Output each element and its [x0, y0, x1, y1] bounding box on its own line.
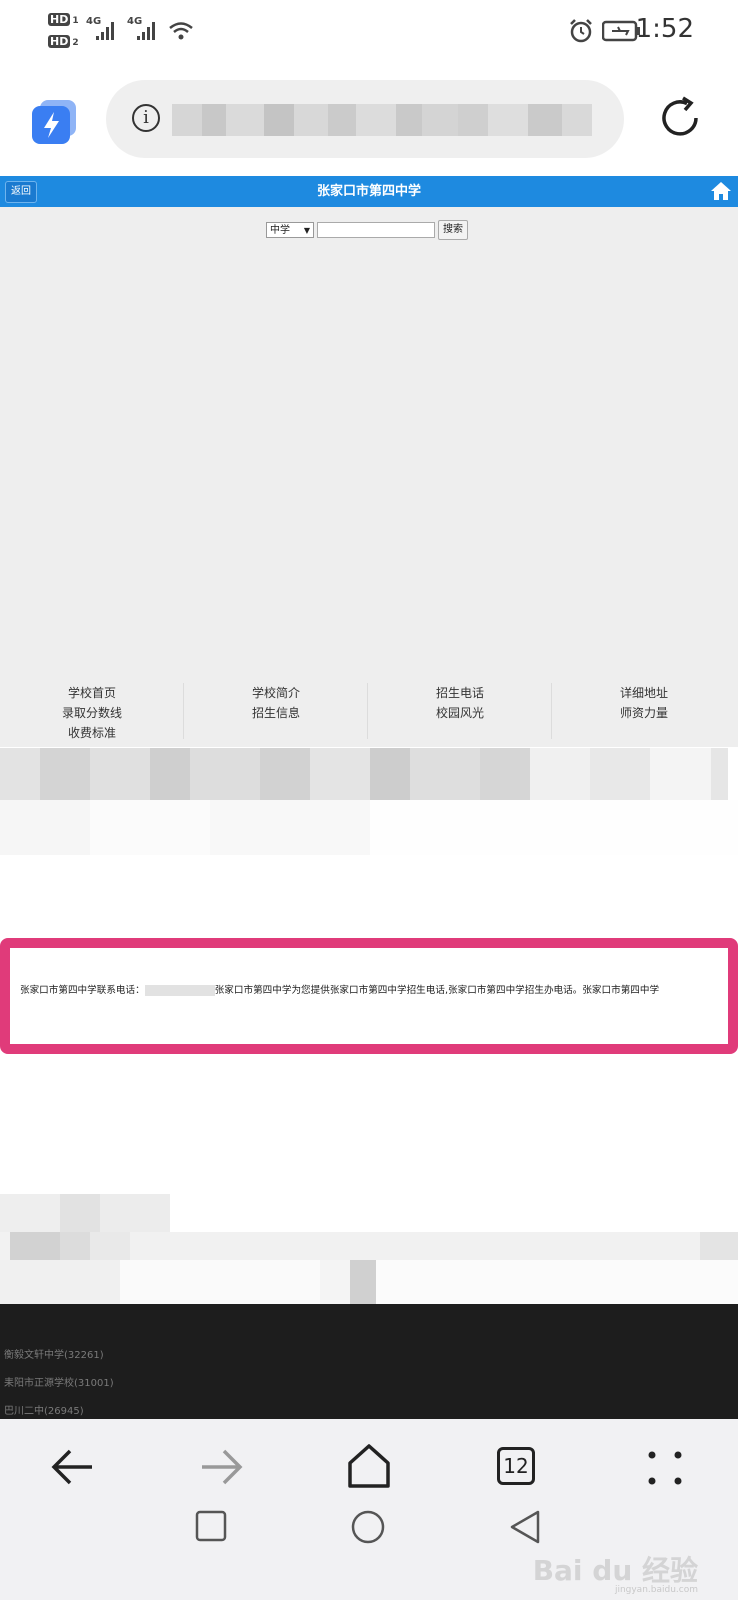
signal-1-icon [96, 22, 114, 40]
sim1-hd-indicator: HD 1 [48, 12, 79, 26]
school-type-value: 中学 [270, 225, 290, 236]
contact-info-text: 张家口市第四中学联系电话： 张家口市第四中学为您提供张家口市第四中学招生电话,张家… [20, 982, 720, 996]
alarm-icon [570, 19, 592, 43]
refresh-icon[interactable] [656, 94, 704, 142]
blurred-content [0, 1260, 738, 1304]
address-bar[interactable]: i [106, 80, 624, 158]
list-item[interactable]: 耒阳市正源学校(31001) [4, 1374, 114, 1389]
blurred-content [0, 1232, 738, 1260]
back-arrow-icon[interactable] [50, 1445, 96, 1489]
home-nav-icon[interactable] [346, 1443, 392, 1489]
search-input[interactable] [317, 222, 435, 238]
contact-description: 张家口市第四中学为您提供张家口市第四中学招生电话,张家口市第四中学招生办电话。张… [214, 985, 660, 996]
nav-address[interactable]: 详细地址 [552, 683, 736, 703]
dropdown-arrow-icon: ▼ [303, 226, 310, 235]
wifi-icon [169, 22, 193, 40]
search-bar: 中学 ▼ 搜索 [266, 220, 468, 240]
blurred-content [0, 1194, 738, 1232]
clock: 1:52 [635, 14, 694, 44]
school-content-area: 中学 ▼ 搜索 学校首页 学校简介 招生电话 详细地址 录取分数线 招生信息 校… [0, 207, 738, 747]
system-home-icon[interactable] [350, 1509, 386, 1545]
site-header: 张家口市第四中学 返回 [0, 176, 738, 207]
home-icon[interactable] [710, 181, 732, 201]
sim2-slot: 2 [72, 38, 79, 48]
page-title: 张家口市第四中学 [316, 184, 421, 199]
highlighted-contact-box: 张家口市第四中学联系电话： 张家口市第四中学为您提供张家口市第四中学招生电话,张家… [0, 938, 738, 1054]
blurred-content [0, 800, 738, 855]
tabs-button[interactable]: 12 [497, 1447, 535, 1485]
browser-logo-icon[interactable] [32, 100, 78, 146]
blurred-content [0, 748, 738, 800]
browser-bottom-nav: 12 Bai du 经验 jingyan.baidu.com [0, 1419, 738, 1600]
baidu-watermark-url: jingyan.baidu.com [614, 1585, 698, 1595]
status-bar: HD 1 HD 2 4G 4G 1:52 [0, 0, 738, 62]
nav-school-intro[interactable]: 学校简介 [184, 683, 368, 703]
nav-admission-info[interactable]: 招生信息 [184, 703, 368, 723]
recent-apps-icon[interactable] [194, 1509, 228, 1543]
sim2-hd-label: HD [48, 35, 71, 48]
browser-toolbar: i [0, 62, 738, 174]
baidu-watermark: Bai du 经验 [532, 1554, 698, 1587]
back-button[interactable]: 返回 [5, 181, 37, 203]
contact-label: 张家口市第四中学联系电话： [20, 985, 145, 996]
sim2-hd-indicator: HD 2 [48, 34, 79, 48]
nav-admission-scores[interactable]: 录取分数线 [0, 703, 184, 723]
nav-admission-phone[interactable]: 招生电话 [368, 683, 552, 703]
phone-number-blurred [144, 984, 215, 996]
school-list-overlay: 衡毅文轩中学(32261) 耒阳市正源学校(31001) 巴川二中(26945) [0, 1304, 738, 1419]
forward-arrow-icon[interactable] [198, 1445, 244, 1489]
list-item[interactable]: 衡毅文轩中学(32261) [4, 1346, 104, 1361]
sim1-hd-label: HD [48, 13, 71, 26]
school-type-select[interactable]: 中学 ▼ [266, 222, 314, 238]
nav-fees[interactable]: 收费标准 [0, 723, 184, 743]
site-info-icon[interactable]: i [132, 104, 160, 132]
system-back-icon[interactable] [508, 1509, 542, 1545]
nav-school-home[interactable]: 学校首页 [0, 683, 184, 703]
sim1-slot: 1 [72, 16, 79, 26]
signal-2-icon [137, 22, 155, 40]
nav-teachers[interactable]: 师资力量 [552, 703, 736, 723]
search-button[interactable]: 搜索 [438, 220, 468, 240]
nav-campus-scenery[interactable]: 校园风光 [368, 703, 552, 723]
menu-dots-icon[interactable] [646, 1449, 684, 1487]
url-text-blurred [172, 104, 592, 136]
list-item[interactable]: 巴川二中(26945) [4, 1402, 84, 1417]
